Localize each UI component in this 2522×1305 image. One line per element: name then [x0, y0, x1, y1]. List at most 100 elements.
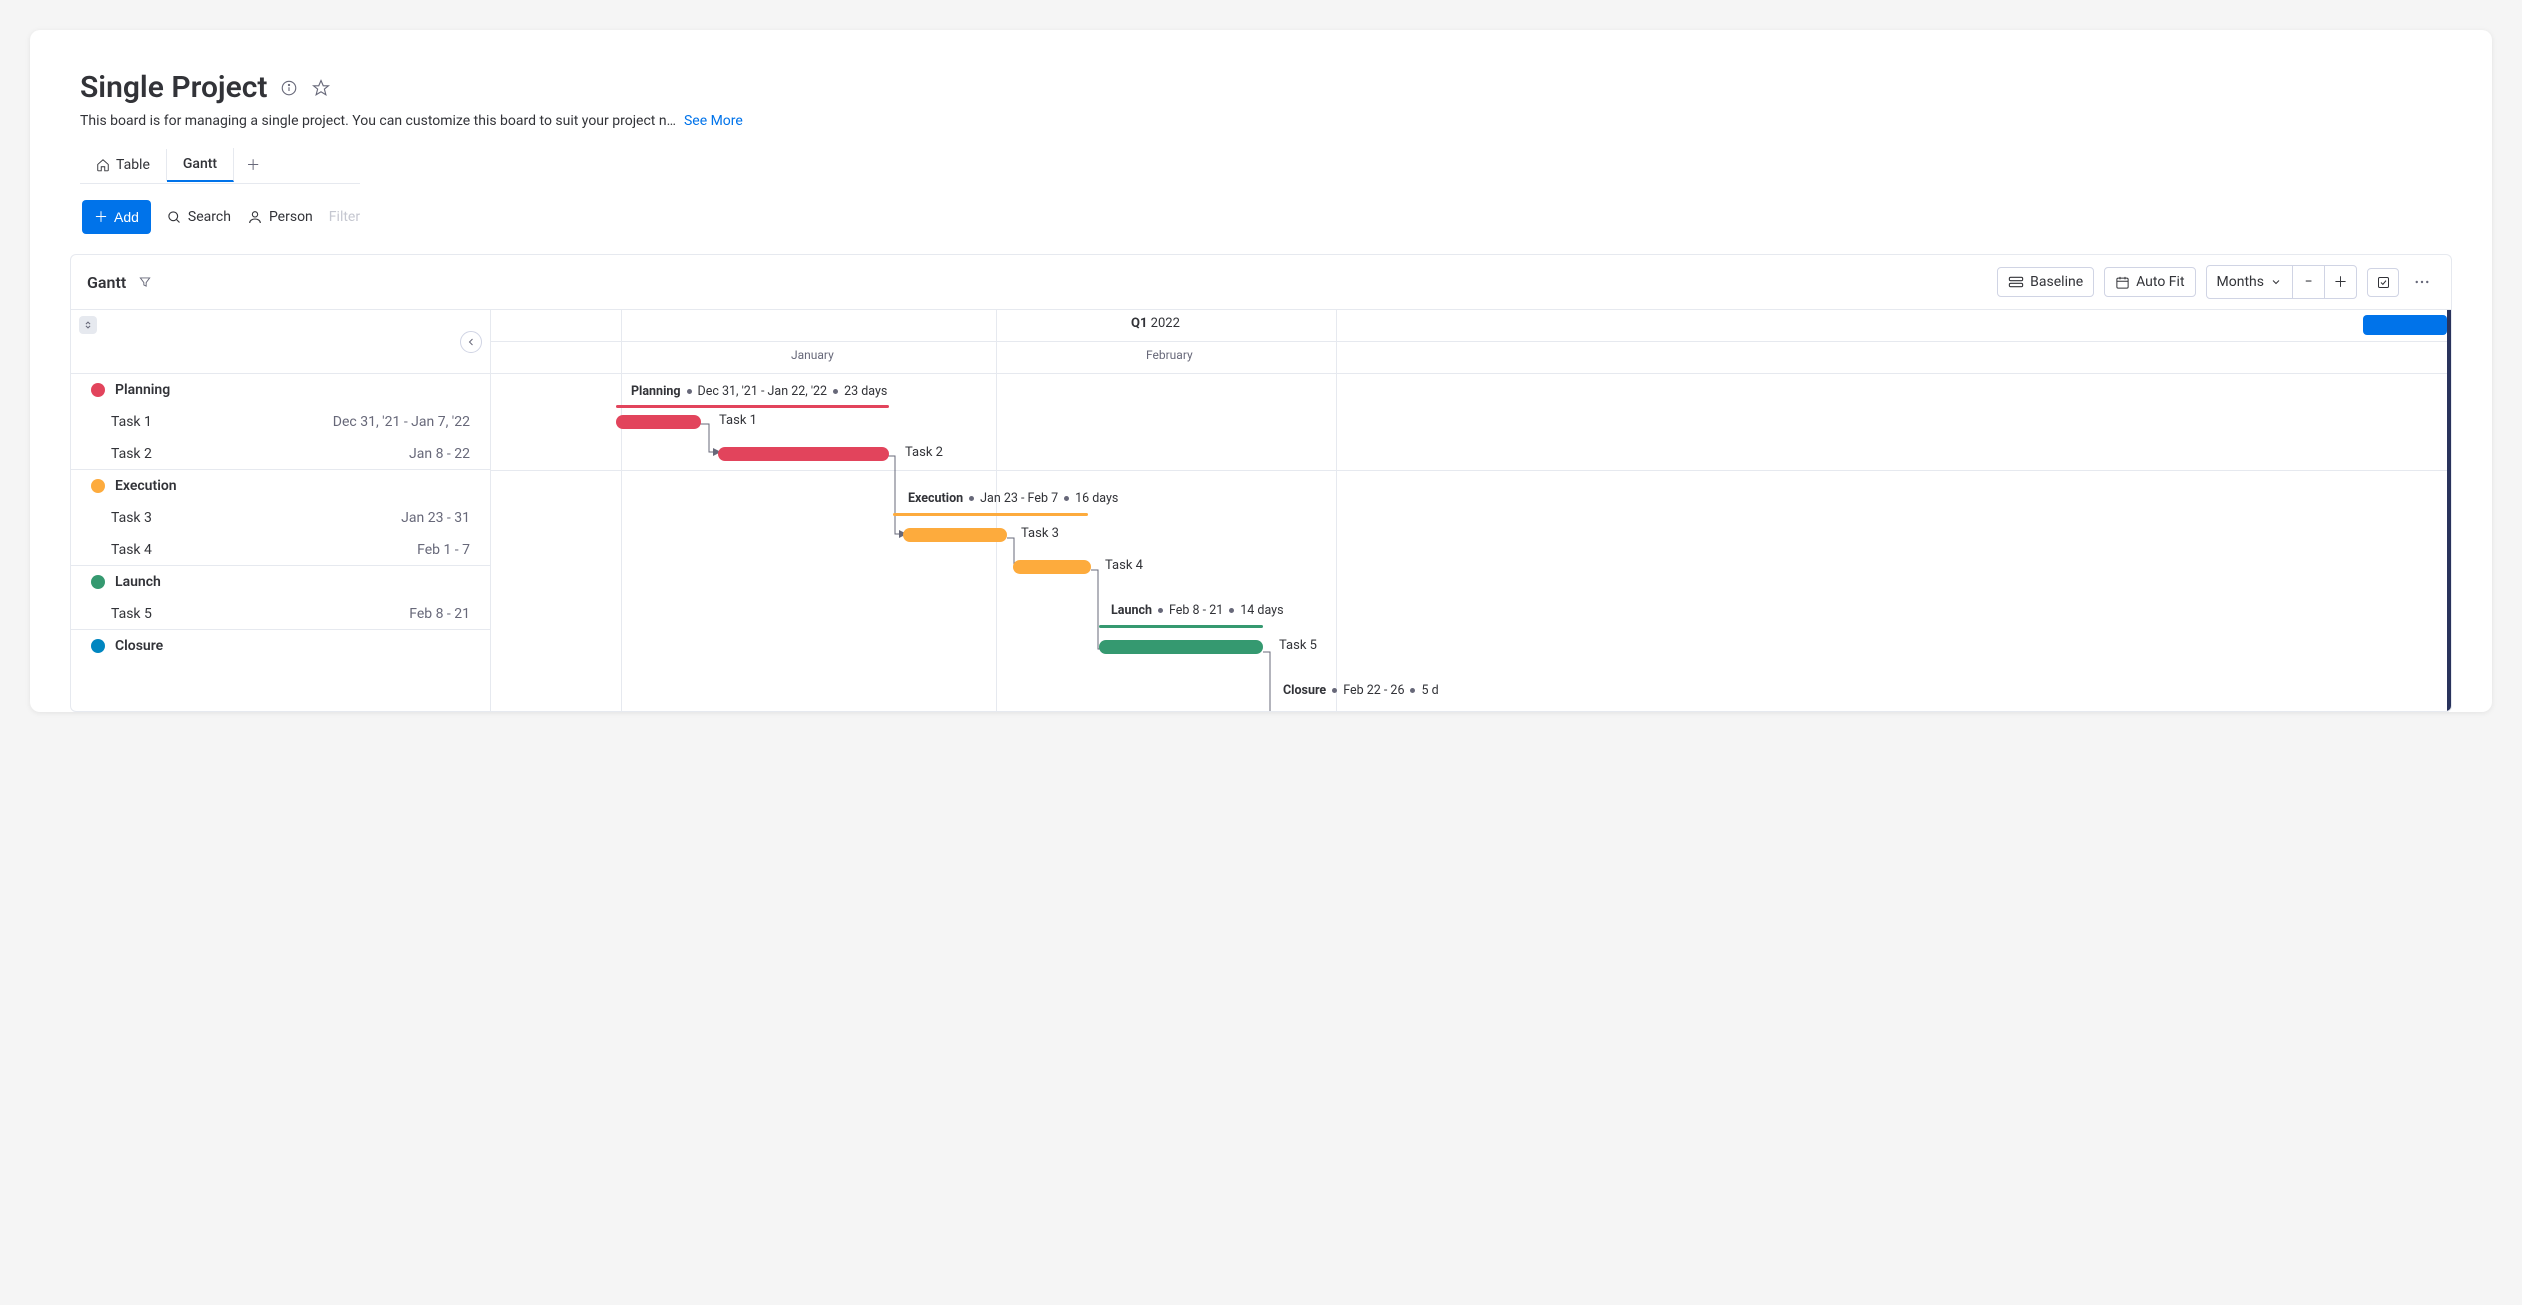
board-description: This board is for managing a single proj…: [80, 113, 676, 129]
gantt-panel: Gantt Baseline Auto Fit: [70, 254, 2452, 712]
summary-bar[interactable]: [893, 513, 1088, 516]
baseline-icon: [2008, 275, 2024, 289]
task-bar-label: Task 3: [1021, 526, 1059, 541]
view-tabs: Table Gantt ＋: [80, 147, 360, 184]
task-dates: Feb 1 - 7: [417, 542, 470, 558]
info-icon[interactable]: [279, 78, 299, 98]
summary-bar[interactable]: [1099, 625, 1263, 628]
summary-row-execution: Execution Jan 23 - Feb 7 16 days: [491, 471, 2447, 519]
export-icon: [2376, 275, 2391, 290]
month-label: February: [1146, 348, 1193, 362]
person-filter-button[interactable]: Person: [247, 209, 313, 225]
zoom-in-button[interactable]: ＋: [2324, 266, 2356, 298]
month-label: January: [791, 348, 834, 362]
task-row[interactable]: Task 1 Dec 31, '21 - Jan 7, '22: [71, 406, 490, 438]
task-list-column: Planning Task 1 Dec 31, '21 - Jan 7, '22…: [71, 310, 491, 711]
task-name: Task 1: [111, 414, 152, 430]
task-bar-label: Task 2: [905, 445, 943, 460]
search-button[interactable]: Search: [167, 209, 231, 225]
auto-fit-label: Auto Fit: [2136, 274, 2184, 290]
board-title: Single Project: [80, 70, 267, 105]
task-dates: Jan 8 - 22: [409, 446, 470, 462]
person-label: Person: [269, 209, 313, 225]
collapse-all-icon[interactable]: [79, 316, 97, 334]
group-row-closure[interactable]: Closure: [71, 630, 490, 662]
summary-name: Launch: [1111, 603, 1152, 618]
summary-duration: 23 days: [844, 384, 887, 399]
home-icon: [96, 158, 110, 172]
export-button[interactable]: [2367, 268, 2399, 297]
collapse-left-button[interactable]: [460, 331, 482, 353]
filter-icon[interactable]: [138, 275, 152, 289]
summary-name: Execution: [908, 491, 963, 506]
task-bar-row: Task 1: [491, 406, 2447, 438]
summary-duration: 5 d: [1421, 683, 1438, 698]
see-more-link[interactable]: See More: [684, 113, 743, 129]
task-row[interactable]: Task 4 Feb 1 - 7: [71, 534, 490, 566]
gantt-header: Gantt Baseline Auto Fit: [71, 255, 2451, 310]
task-bar[interactable]: [903, 528, 1007, 542]
filter-hint-label: Filter: [329, 209, 360, 225]
summary-dates: Feb 22 - 26: [1343, 683, 1404, 698]
task-bar-row: Task 2: [491, 438, 2447, 470]
task-bar[interactable]: [616, 415, 701, 429]
star-icon[interactable]: [311, 78, 331, 98]
scale-label: Months: [2217, 274, 2264, 290]
task-name: Task 4: [111, 542, 152, 558]
group-color-dot: [91, 639, 105, 653]
timeline-column: Q1 2022 January February: [491, 310, 2451, 711]
person-icon: [247, 209, 263, 225]
task-row[interactable]: Task 2 Jan 8 - 22: [71, 438, 490, 470]
summary-duration: 16 days: [1075, 491, 1118, 506]
dot-icon: [969, 496, 974, 501]
task-row[interactable]: Task 3 Jan 23 - 31: [71, 502, 490, 534]
group-row-execution[interactable]: Execution: [71, 470, 490, 502]
gantt-chart-area[interactable]: Planning Dec 31, '21 - Jan 22, '22 23 da…: [491, 374, 2447, 711]
task-bar[interactable]: [1099, 640, 1263, 654]
task-row[interactable]: Task 5 Feb 8 - 21: [71, 598, 490, 630]
summary-row-launch: Launch Feb 8 - 21 14 days: [491, 583, 2447, 631]
task-bar[interactable]: [718, 447, 889, 461]
task-bar-row: Task 3: [491, 519, 2447, 551]
tab-add-button[interactable]: ＋: [234, 147, 272, 183]
toolbar: ＋ Add Search Person Filter: [80, 200, 2442, 234]
zoom-group: Months − ＋: [2206, 265, 2357, 299]
task-name: Task 5: [111, 606, 152, 622]
group-row-planning[interactable]: Planning: [71, 374, 490, 406]
filter-hint: Filter: [329, 209, 360, 225]
group-color-dot: [91, 479, 105, 493]
group-name: Closure: [115, 638, 163, 654]
add-button[interactable]: ＋ Add: [82, 200, 151, 234]
summary-duration: 14 days: [1240, 603, 1283, 618]
dot-icon: [1064, 496, 1069, 501]
group-color-dot: [91, 383, 105, 397]
timeline-quarter-row: Q1 2022: [491, 310, 2447, 342]
add-button-label: Add: [114, 209, 139, 225]
zoom-out-button[interactable]: −: [2292, 266, 2324, 298]
search-icon: [167, 210, 182, 225]
scale-dropdown[interactable]: Months: [2207, 266, 2292, 298]
summary-dates: Feb 8 - 21: [1169, 603, 1223, 618]
summary-row-closure: Closure Feb 22 - 26 5 d: [491, 663, 2447, 711]
more-icon[interactable]: [2409, 273, 2435, 291]
dot-icon: [1229, 608, 1234, 613]
gantt-title: Gantt: [87, 273, 126, 292]
baseline-button[interactable]: Baseline: [1997, 267, 2094, 297]
task-list-header: [71, 310, 490, 374]
tab-table[interactable]: Table: [80, 149, 167, 181]
board-header: Single Project This board is for managin…: [70, 60, 2452, 234]
task-bar[interactable]: [1013, 560, 1091, 574]
dot-icon: [1158, 608, 1163, 613]
summary-dates: Jan 23 - Feb 7: [980, 491, 1058, 506]
group-row-launch[interactable]: Launch: [71, 566, 490, 598]
group-name: Execution: [115, 478, 177, 494]
chevron-down-icon: [2270, 276, 2282, 288]
summary-row-planning: Planning Dec 31, '21 - Jan 22, '22 23 da…: [491, 374, 2447, 406]
auto-fit-button[interactable]: Auto Fit: [2104, 267, 2195, 297]
task-bar-row: Task 5: [491, 631, 2447, 663]
task-bar-label: Task 5: [1279, 638, 1317, 653]
tab-gantt[interactable]: Gantt: [167, 148, 234, 182]
dot-icon: [1410, 688, 1415, 693]
dot-icon: [833, 389, 838, 394]
task-name: Task 2: [111, 446, 152, 462]
